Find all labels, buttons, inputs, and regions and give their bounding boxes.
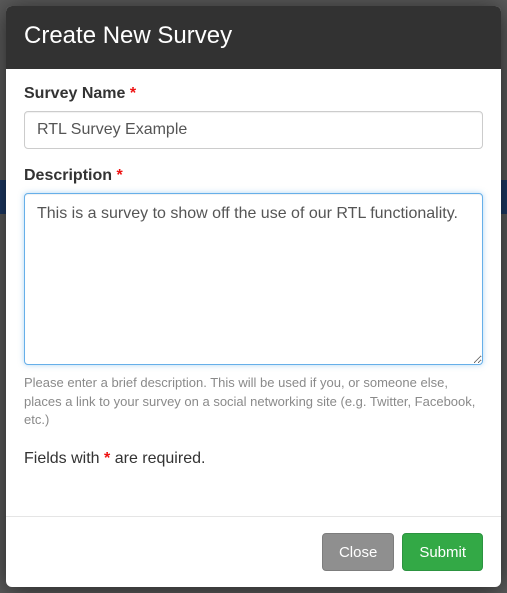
survey-name-group: Survey Name * (24, 85, 483, 149)
required-fields-note: Fields with * are required. (24, 450, 483, 468)
modal-header: Create New Survey (6, 6, 501, 69)
modal-footer: Close Submit (6, 516, 501, 587)
survey-name-label: Survey Name * (24, 85, 483, 103)
description-help-text: Please enter a brief description. This w… (24, 374, 483, 431)
modal-body: Survey Name * Description * Please enter… (6, 69, 501, 516)
required-marker: * (130, 85, 136, 102)
close-button[interactable]: Close (322, 533, 394, 571)
description-group: Description * Please enter a brief descr… (24, 167, 483, 431)
survey-name-input[interactable] (24, 111, 483, 149)
description-label: Description * (24, 167, 483, 185)
modal-title: Create New Survey (24, 22, 483, 51)
submit-button[interactable]: Submit (402, 533, 483, 571)
survey-name-label-text: Survey Name (24, 85, 125, 102)
required-note-suffix: are required. (110, 450, 205, 467)
required-marker: * (116, 167, 122, 184)
description-textarea[interactable] (24, 193, 483, 365)
create-survey-modal: Create New Survey Survey Name * Descript… (6, 6, 501, 587)
required-note-prefix: Fields with (24, 450, 104, 467)
description-label-text: Description (24, 167, 112, 184)
